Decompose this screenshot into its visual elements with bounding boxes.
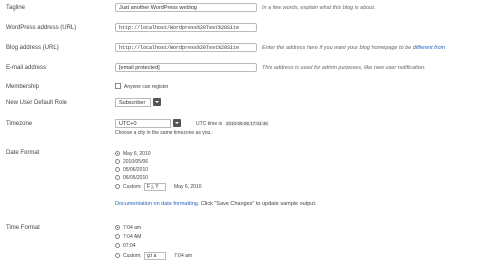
email-description: This address is used for admin purposes,… xyxy=(262,65,426,71)
date-format-custom-label: Custom: xyxy=(123,184,142,190)
timezone-select[interactable]: UTC+0 xyxy=(115,119,171,128)
utc-time-value: 2010-05-06 17:04:46 xyxy=(225,121,269,126)
date-format-radio-2[interactable] xyxy=(115,159,120,164)
default-role-label: New User Default Role xyxy=(6,100,68,106)
timezone-dropdown-icon[interactable] xyxy=(173,119,181,127)
blog-address-input[interactable]: http://localhost/Wordpress%20Test%20Site xyxy=(115,43,257,52)
default-role-select[interactable]: Subscriber xyxy=(115,98,151,107)
blog-address-description-text: Enter the address here if you want your … xyxy=(262,45,413,51)
date-format-doc-after: . Click "Save Changes" to update sample … xyxy=(197,201,317,207)
time-format-custom-label: Custom: xyxy=(123,253,142,259)
membership-label: Membership xyxy=(6,84,40,90)
wordpress-address-label: WordPress address (URL) xyxy=(6,25,77,31)
time-format-custom-input[interactable]: g:i a xyxy=(144,252,166,260)
date-format-label: Date Format xyxy=(6,150,40,156)
default-role-dropdown-icon[interactable] xyxy=(153,98,161,106)
date-format-custom-preview: May 6, 2010 xyxy=(174,184,202,190)
time-format-option-3: 07:04 xyxy=(123,243,136,249)
tagline-description: In a few words, explain what this blog i… xyxy=(262,5,376,11)
date-format-option-3: 05/06/2010 xyxy=(123,167,149,173)
time-format-option-2: 7:04 AM xyxy=(123,234,142,240)
tagline-input[interactable]: Just another WordPress weblog xyxy=(115,3,257,12)
date-format-radio-4[interactable] xyxy=(115,175,120,180)
anyone-can-register-label: Anyone can register xyxy=(124,84,169,90)
wordpress-address-input[interactable]: http://localhost/Wordpress%20Test%20Site xyxy=(115,23,257,32)
time-format-radio-3[interactable] xyxy=(115,243,120,248)
date-format-option-2: 2010/05/06 xyxy=(123,159,149,165)
anyone-can-register-checkbox[interactable] xyxy=(115,83,121,89)
different-from-link[interactable]: different from xyxy=(413,45,445,51)
email-input[interactable]: [email protected] xyxy=(115,63,257,72)
email-label: E-mail address xyxy=(6,65,47,71)
blog-address-label: Blog address (URL) xyxy=(6,45,59,51)
time-format-radio-2[interactable] xyxy=(115,234,120,239)
time-format-custom-preview: 7:04 am xyxy=(174,253,193,259)
date-format-radio-1[interactable] xyxy=(115,151,120,156)
timezone-label: Timezone xyxy=(6,121,33,127)
date-format-radio-custom[interactable] xyxy=(115,184,120,189)
tagline-label: Tagline xyxy=(6,5,26,11)
date-formatting-doc-link[interactable]: Documentation on date formatting xyxy=(115,201,198,207)
time-format-label: Time Format xyxy=(6,225,40,231)
timezone-help: Choose a city in the same timezone as yo… xyxy=(115,130,212,136)
time-format-radio-custom[interactable] xyxy=(115,253,120,258)
date-format-radio-3[interactable] xyxy=(115,167,120,172)
date-format-doc: Documentation on date formatting. Click … xyxy=(115,201,316,207)
date-format-option-4: 06/05/2010 xyxy=(123,175,149,181)
time-format-radio-1[interactable] xyxy=(115,225,120,230)
utc-time-label: UTC time is xyxy=(196,121,223,127)
date-format-custom-input[interactable]: F j, Y xyxy=(144,183,166,191)
time-format-option-1: 7:04 am xyxy=(123,225,142,231)
blog-address-description: Enter the address here if you want your … xyxy=(262,45,445,51)
date-format-option-1: May 6, 2010 xyxy=(123,151,151,157)
